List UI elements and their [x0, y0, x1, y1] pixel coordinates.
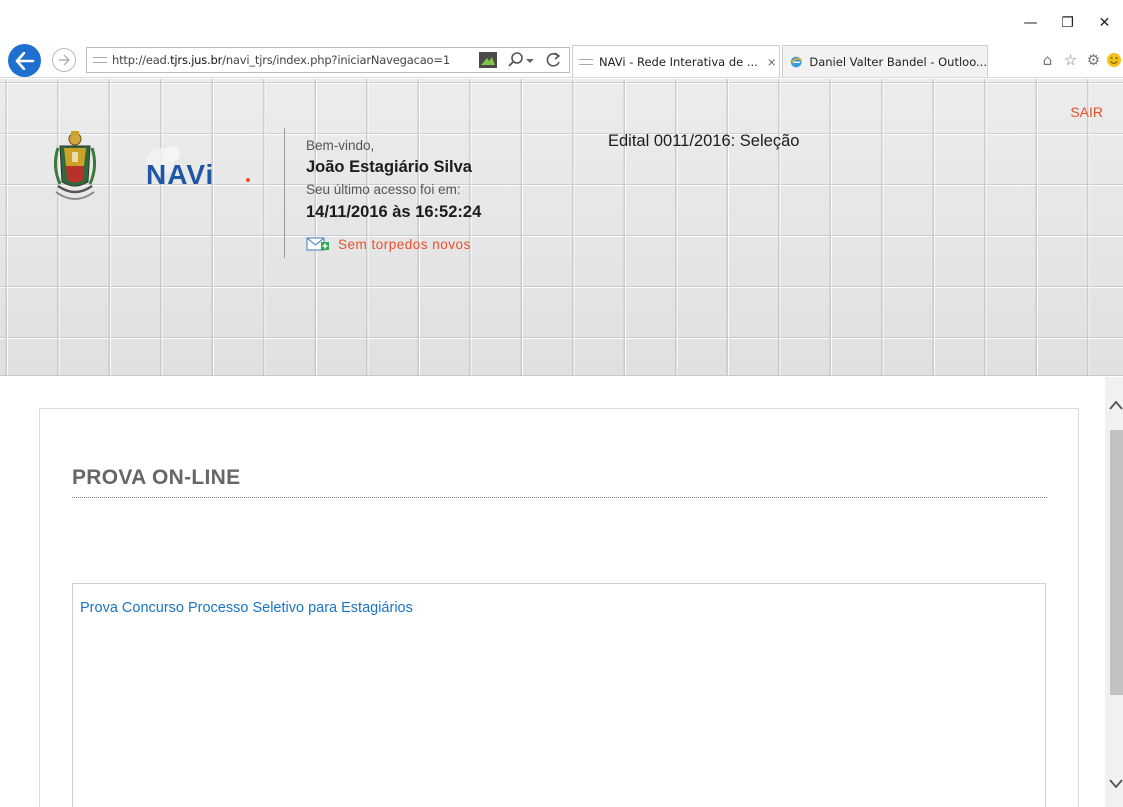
scroll-down-icon[interactable]	[1105, 772, 1123, 794]
browser-chrome: — ❐ ✕ http://ead.tjrs.jus.br/navi_tjrs/i…	[0, 0, 1123, 78]
exam-link[interactable]: Prova Concurso Processo Seletivo para Es…	[80, 600, 413, 616]
home-icon[interactable]: ⌂	[1036, 51, 1059, 69]
forward-button[interactable]	[52, 48, 76, 72]
navi-logo-text: NAVi	[146, 159, 214, 190]
gear-icon[interactable]: ⚙	[1082, 51, 1105, 69]
welcome-label: Bem-vindo,	[306, 138, 375, 153]
navi-logo: NAVi	[132, 140, 262, 200]
messages-label: Sem torpedos novos	[338, 236, 471, 252]
url-text[interactable]: http://ead.tjrs.jus.br/navi_tjrs/index.p…	[112, 53, 450, 67]
dropdown-icon[interactable]	[524, 48, 536, 72]
messages-link[interactable]: Sem torpedos novos	[306, 235, 471, 253]
browser-toolbar-icons: ⌂ ☆ ⚙	[1036, 48, 1123, 72]
compatibility-view-icon[interactable]	[476, 48, 500, 72]
back-button[interactable]	[8, 44, 41, 77]
logout-link[interactable]: SAIR	[1070, 104, 1103, 120]
scrollbar-thumb[interactable]	[1110, 430, 1123, 695]
restore-button[interactable]: ❐	[1049, 12, 1086, 34]
tab-close-icon[interactable]: ×	[767, 55, 777, 69]
exam-list	[72, 583, 1046, 807]
edital-title: Edital 0011/2016: Seleção	[608, 132, 800, 150]
page-title: PROVA ON-LINE	[72, 466, 241, 489]
state-crest-logo	[53, 131, 97, 200]
navi-logo-graphic: NAVi	[146, 146, 250, 190]
user-name: João Estagiário Silva	[306, 158, 472, 176]
tab-navi[interactable]: NAVi - Rede Interativa de ... ×	[572, 45, 780, 77]
new-message-icon	[306, 237, 329, 251]
arrow-right-icon	[59, 54, 70, 66]
last-access-label: Seu último acesso foi em:	[306, 182, 461, 197]
ie-icon	[790, 56, 803, 67]
title-divider	[72, 497, 1047, 498]
page-icon	[93, 57, 107, 63]
page-icon	[579, 58, 593, 65]
header-divider	[284, 128, 285, 258]
site-header	[0, 79, 1123, 376]
window-controls: — ❐ ✕	[1012, 12, 1123, 34]
minimize-button[interactable]: —	[1012, 12, 1049, 34]
refresh-icon[interactable]	[541, 48, 565, 72]
last-access-value: 14/11/2016 às 16:52:24	[306, 203, 482, 221]
smiley-icon[interactable]	[1105, 52, 1123, 68]
arrow-left-icon	[15, 51, 34, 70]
scroll-up-icon[interactable]	[1105, 395, 1123, 417]
tab-outlook[interactable]: Daniel Valter Bandel - Outloo...	[782, 45, 988, 77]
close-window-button[interactable]: ✕	[1086, 12, 1123, 34]
favorites-star-icon[interactable]: ☆	[1059, 51, 1082, 69]
